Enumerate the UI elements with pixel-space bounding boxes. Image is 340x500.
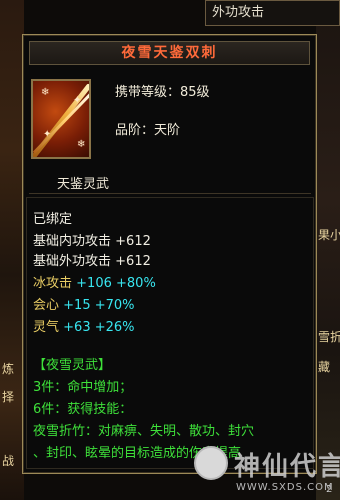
background-fragment: 战: [2, 454, 15, 468]
stat-value: +612: [115, 254, 151, 269]
set-name: 【夜雪灵武】: [33, 358, 112, 373]
bonus-stat-row: 灵气 +63 +26%: [33, 316, 135, 335]
watermark-url: WWW.SXDS.COM: [236, 482, 334, 493]
required-level: 携带等级：85级: [115, 85, 210, 100]
stat-extra: +70%: [94, 298, 135, 313]
stat-name: 会心: [33, 298, 60, 313]
item-type-label: 天鉴灵武: [57, 177, 110, 192]
background-fragment: 择: [2, 390, 15, 404]
background-fragment: 果小: [318, 228, 340, 242]
background-left-panel: [0, 0, 24, 500]
stat-value: +15: [63, 298, 91, 313]
spear-icon: ❄ ✦ ✦ ❄: [31, 79, 91, 159]
set-bonus-3: 3件：命中增加；: [33, 380, 133, 395]
bonus-stat-row: 冰攻击 +106 +80%: [33, 272, 156, 291]
divider: [29, 193, 311, 194]
bonus-stat-row: 会心 +15 +70%: [33, 294, 135, 313]
bound-status: 已绑定: [33, 212, 73, 227]
stat-name: 基础内功攻击: [33, 234, 112, 249]
background-fragment: 藏: [318, 360, 331, 374]
stat-name: 灵气: [33, 320, 60, 335]
stat-extra: +80%: [116, 276, 156, 291]
stat-row: 基础外功攻击 +612: [33, 250, 151, 269]
item-grade: 品阶：天阶: [115, 123, 181, 138]
watermark-title: 神仙代言: [234, 452, 340, 482]
stat-name: 冰攻击: [33, 276, 73, 291]
stat-row: 基础内功攻击 +612: [33, 230, 151, 249]
stat-value: +612: [115, 234, 151, 249]
stat-value: +63: [63, 320, 91, 335]
background-right-panel: [316, 0, 340, 500]
stat-value: +106: [76, 276, 112, 291]
background-fragment: 炼: [2, 362, 15, 376]
stat-extra: +26%: [94, 320, 135, 335]
tab-outer-attack[interactable]: 外功攻击: [205, 0, 340, 26]
stat-name: 基础外功攻击: [33, 254, 112, 269]
watermark-logo-icon: [194, 446, 228, 480]
skill-description: 夜雪折竹：对麻痹、失明、散功、封穴: [33, 424, 255, 439]
watermark: 神仙代言 WWW.SXDS.COM: [190, 440, 340, 500]
set-bonus-6: 6件：获得技能：: [33, 402, 133, 417]
stats-panel: 已绑定 基础内功攻击 +612 基础外功攻击 +612 冰攻击 +106 +80…: [26, 197, 314, 469]
item-title: 夜雪天鉴双刺: [29, 41, 310, 65]
item-tooltip: 夜雪天鉴双刺 ❄ ✦ ✦ ❄ 携带等级：85级 品阶：天阶 天鉴灵武 已绑定 基…: [22, 34, 317, 474]
background-fragment: 雪折: [318, 330, 340, 344]
